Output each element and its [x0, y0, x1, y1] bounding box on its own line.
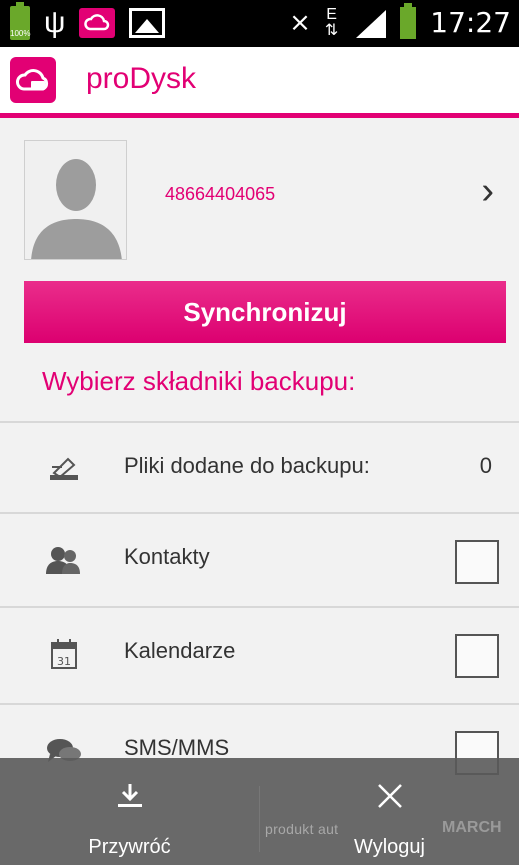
files-label: Pliki dodane do backupu: [124, 453, 370, 478]
mute-icon: ⨯ [289, 7, 311, 37]
status-bar: 100% ψ ⨯ E ⇅ 17:27 [0, 0, 519, 47]
signal-icon [352, 8, 387, 38]
download-icon [117, 776, 143, 816]
section-title: Wybierz składniki backupu: [42, 366, 356, 396]
bottom-action-bar: Przywróć Wyloguj [0, 758, 519, 865]
restore-button[interactable]: Przywróć [0, 758, 259, 865]
contacts-icon [46, 542, 82, 578]
app-title: proDysk [86, 62, 197, 95]
logout-button[interactable]: Wyloguj [260, 758, 519, 865]
profile-row[interactable]: 48664404065 › [24, 140, 506, 260]
battery-percent: 100% [10, 29, 31, 38]
contacts-label: Kontakty [124, 544, 210, 569]
calendars-checkbox[interactable] [455, 634, 499, 678]
avatar [24, 140, 127, 260]
watermark-text: produkt aut [265, 821, 339, 837]
logout-label: Wyloguj [354, 836, 425, 858]
image-notification-icon [129, 8, 166, 38]
watermark-brand: MARCH [442, 819, 502, 836]
list-item-calendars[interactable]: 31 Kalendarze [0, 608, 519, 700]
chevron-right-icon[interactable]: › [481, 170, 494, 213]
app-bar-divider [0, 113, 519, 118]
close-icon [376, 776, 404, 816]
files-icon [46, 451, 82, 487]
usb-icon: ψ [44, 6, 66, 39]
phone-number: 48664404065 [165, 184, 276, 204]
battery-icon: 100% [10, 2, 31, 40]
files-count: 0 [479, 453, 492, 478]
svg-text:31: 31 [57, 655, 71, 668]
app-bar: proDysk [0, 47, 519, 113]
restore-label: Przywróć [88, 836, 171, 858]
prodysk-logo-icon[interactable] [10, 57, 56, 103]
calendars-label: Kalendarze [124, 638, 236, 663]
prodysk-notification-icon [79, 8, 116, 38]
calendar-icon: 31 [46, 636, 82, 672]
clock: 17:27 [430, 6, 511, 39]
list-item-files[interactable]: Pliki dodane do backupu: 0 [0, 423, 519, 515]
list-item-contacts[interactable]: Kontakty [0, 514, 519, 606]
data-type-indicator: E ⇅ [324, 5, 339, 39]
contacts-checkbox[interactable] [455, 540, 499, 584]
battery-status-icon [400, 2, 417, 39]
sync-button[interactable]: Synchronizuj [24, 281, 506, 343]
